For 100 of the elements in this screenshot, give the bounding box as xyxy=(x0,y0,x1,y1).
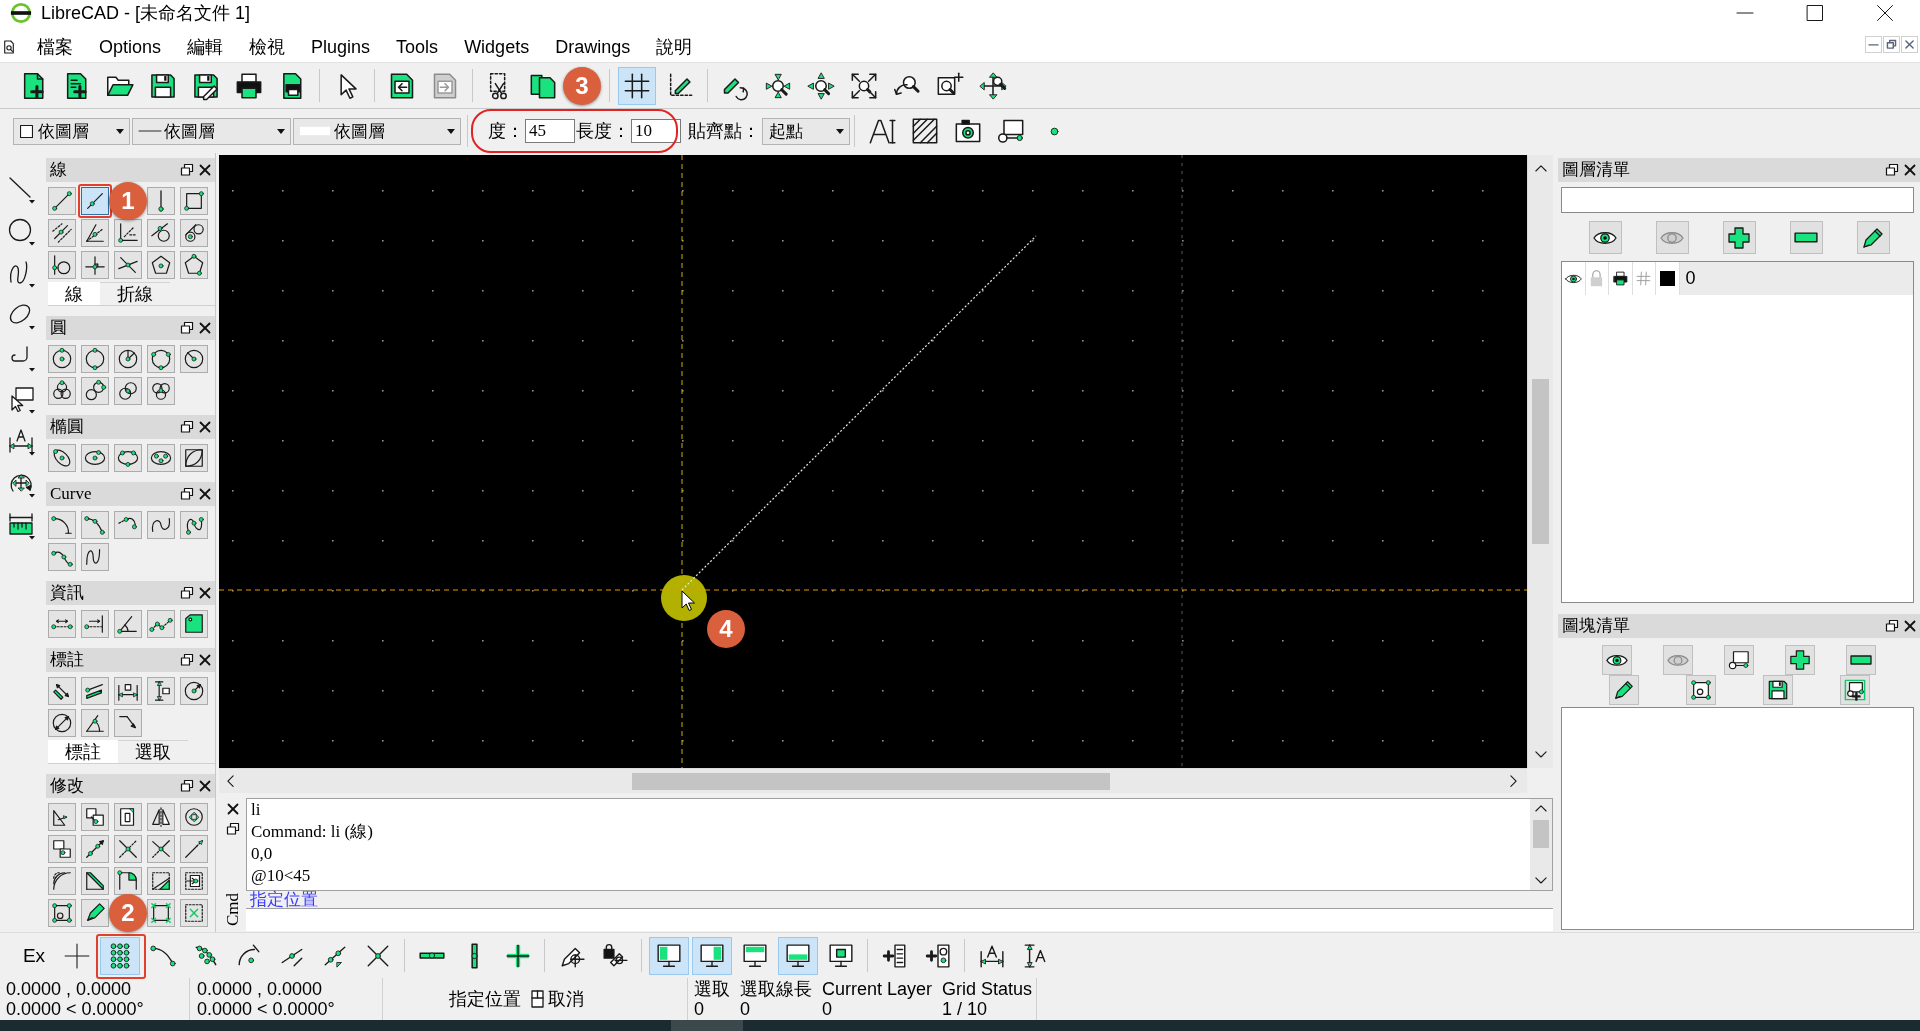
tool-button[interactable] xyxy=(147,251,175,279)
tool-button[interactable] xyxy=(48,677,76,705)
tool-button[interactable] xyxy=(114,835,142,863)
tool-button[interactable] xyxy=(147,345,175,373)
tool-button[interactable] xyxy=(180,251,208,279)
tool-button[interactable] xyxy=(48,187,76,215)
toolbar-button[interactable] xyxy=(100,936,140,975)
tool-button[interactable] xyxy=(180,677,208,705)
toolbar-button[interactable] xyxy=(618,66,656,105)
tool-button[interactable] xyxy=(180,610,208,638)
tool-button[interactable] xyxy=(147,677,175,705)
tool-button[interactable] xyxy=(180,803,208,831)
tool-button[interactable] xyxy=(48,251,76,279)
tool-button[interactable] xyxy=(81,803,109,831)
tool-button[interactable] xyxy=(48,219,76,247)
tool-button[interactable] xyxy=(114,677,142,705)
tool-button[interactable] xyxy=(114,867,142,895)
menu-item[interactable]: 檢視 xyxy=(236,35,299,59)
tool-button[interactable] xyxy=(147,899,175,927)
tool-button[interactable] xyxy=(114,803,142,831)
toolbar-button[interactable] xyxy=(649,936,689,975)
dropdown[interactable]: 起點 xyxy=(762,117,850,145)
float-button[interactable] xyxy=(180,779,194,793)
float-button[interactable] xyxy=(1885,163,1899,177)
tool-button[interactable] xyxy=(180,187,208,215)
tool-button[interactable] xyxy=(180,219,208,247)
float-button[interactable] xyxy=(225,822,240,836)
menu-item[interactable]: Drawings xyxy=(542,35,644,59)
filter-field[interactable] xyxy=(1561,187,1914,213)
tool-button[interactable] xyxy=(180,511,208,539)
float-button[interactable] xyxy=(180,653,194,667)
close-button[interactable] xyxy=(198,321,212,335)
chevron-up-icon[interactable] xyxy=(1534,165,1547,172)
tool-button[interactable] xyxy=(81,867,109,895)
tool-button[interactable] xyxy=(114,219,142,247)
menu-item[interactable]: 編輯 xyxy=(174,35,237,59)
tool-button[interactable] xyxy=(48,835,76,863)
tool-button[interactable] xyxy=(81,610,109,638)
panel-button[interactable] xyxy=(1856,221,1890,254)
menu-item[interactable]: 說明 xyxy=(643,35,706,59)
menu-item[interactable]: Widgets xyxy=(451,35,543,59)
panel-button[interactable] xyxy=(1685,675,1716,705)
tool-button[interactable] xyxy=(48,543,76,571)
tool-button[interactable] xyxy=(147,610,175,638)
panel-button[interactable] xyxy=(1608,675,1639,705)
restore-button[interactable] xyxy=(1883,36,1900,53)
float-button[interactable] xyxy=(180,321,194,335)
tool-button[interactable] xyxy=(48,803,76,831)
chevron-right-icon[interactable] xyxy=(1510,774,1517,788)
close-button[interactable] xyxy=(198,163,212,177)
tool-button[interactable] xyxy=(48,709,76,737)
panel-button[interactable] xyxy=(1839,675,1870,705)
length-field[interactable]: 10 xyxy=(631,119,681,143)
panel-button[interactable] xyxy=(1724,645,1754,675)
tool-button[interactable] xyxy=(48,867,76,895)
tool-button[interactable] xyxy=(81,543,109,571)
menu-item[interactable]: Tools xyxy=(383,35,452,59)
tool-button[interactable] xyxy=(81,219,109,247)
tab[interactable]: 選取 xyxy=(118,740,188,763)
tool-button[interactable] xyxy=(81,251,109,279)
tool-button[interactable] xyxy=(48,377,76,405)
tool-button[interactable] xyxy=(114,511,142,539)
tool-button[interactable] xyxy=(81,444,109,472)
panel-button[interactable] xyxy=(1762,675,1793,705)
tool-button[interactable] xyxy=(114,610,142,638)
tool-button[interactable] xyxy=(48,444,76,472)
float-button[interactable] xyxy=(180,163,194,177)
panel-button[interactable] xyxy=(1846,645,1876,675)
dropdown[interactable]: 依圖層 xyxy=(132,117,291,145)
tool-button[interactable] xyxy=(147,377,175,405)
tool-button[interactable] xyxy=(81,377,109,405)
toolbar-button[interactable] xyxy=(692,936,732,975)
tool-button[interactable] xyxy=(81,709,109,737)
tool-button[interactable] xyxy=(114,377,142,405)
chevron-left-icon[interactable] xyxy=(227,774,234,788)
tool-button[interactable] xyxy=(180,444,208,472)
tool-button[interactable] xyxy=(114,251,142,279)
float-button[interactable] xyxy=(180,586,194,600)
chevron-up-icon[interactable] xyxy=(1535,805,1547,812)
tool-button[interactable] xyxy=(81,899,109,927)
eye-icon[interactable] xyxy=(1564,273,1582,284)
dropdown[interactable]: 依圖層 xyxy=(13,117,130,145)
minimize-button[interactable] xyxy=(1865,36,1882,53)
tool-button[interactable] xyxy=(48,899,76,927)
float-button[interactable] xyxy=(180,420,194,434)
menu-item[interactable]: Plugins xyxy=(298,35,384,59)
close-button[interactable] xyxy=(1903,163,1917,177)
tab[interactable]: 標註 xyxy=(48,740,118,763)
close-button[interactable] xyxy=(198,420,212,434)
float-button[interactable] xyxy=(1885,619,1899,633)
toolbar-button[interactable] xyxy=(778,936,818,975)
tool-button[interactable] xyxy=(48,610,76,638)
close-button[interactable] xyxy=(1903,619,1917,633)
tool-button[interactable] xyxy=(114,709,142,737)
panel-button[interactable] xyxy=(1785,645,1815,675)
tool-button[interactable] xyxy=(81,511,109,539)
tool-button[interactable] xyxy=(81,677,109,705)
close-button[interactable] xyxy=(225,802,240,816)
scrollbar-thumb[interactable] xyxy=(1532,378,1549,544)
tool-button[interactable] xyxy=(147,867,175,895)
